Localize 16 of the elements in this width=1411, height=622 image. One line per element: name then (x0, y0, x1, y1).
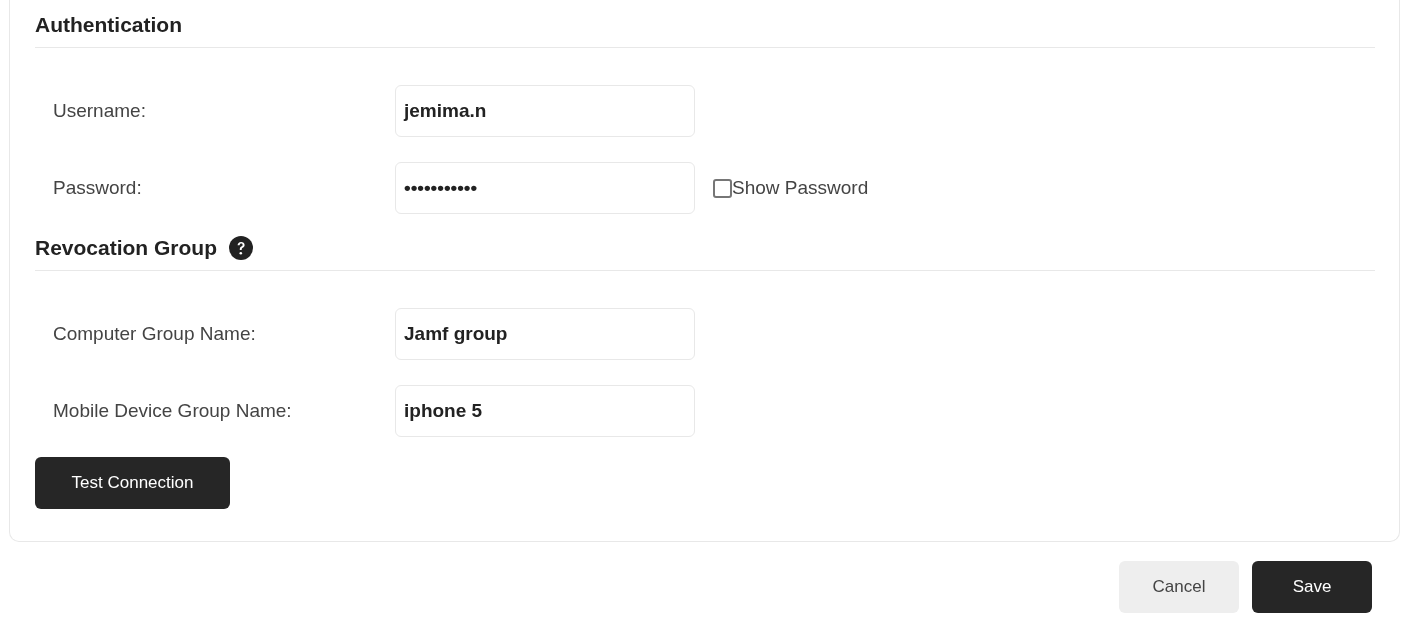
section-heading: Authentication (35, 12, 182, 38)
text-field[interactable]: Jamf group (395, 308, 695, 360)
test-connection-button[interactable]: Test Connection (35, 457, 230, 509)
field-label: Computer Group Name: (53, 321, 257, 346)
checkbox[interactable] (713, 178, 732, 198)
checkbox-label[interactable]: Show Password (732, 173, 869, 203)
field-label: Mobile Device Group Name: (53, 398, 293, 423)
section-heading: Revocation Group (35, 235, 218, 261)
text-field[interactable]: ••••••••••• (395, 162, 695, 214)
help-icon[interactable] (229, 236, 254, 260)
field-label: Password: (53, 175, 143, 200)
text-field[interactable]: jemima.n (395, 85, 695, 137)
field-label: Username: (53, 98, 147, 123)
text-field[interactable]: iphone 5 (395, 385, 695, 437)
save-button[interactable]: Save (1252, 561, 1372, 613)
cancel-button[interactable]: Cancel (1119, 561, 1239, 613)
